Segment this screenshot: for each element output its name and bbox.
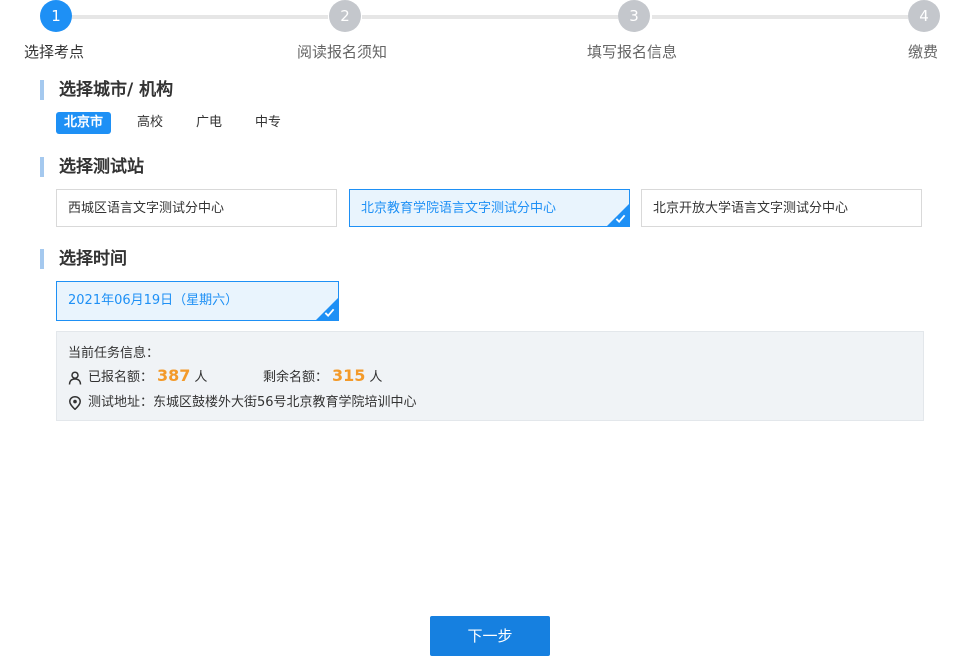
step-connector	[362, 15, 618, 19]
city-tab-universities[interactable]: 高校	[129, 112, 171, 134]
city-section-title: 选择城市/ 机构	[40, 80, 173, 100]
check-icon	[324, 308, 335, 318]
registered-label: 已报名额：	[88, 370, 154, 385]
station-option-xicheng[interactable]: 西城区语言文字测试分中心	[56, 189, 337, 227]
city-tab-vocational[interactable]: 中专	[247, 112, 289, 134]
step-connector	[72, 15, 328, 19]
task-info-panel: 当前任务信息： 已报名额： 387 人 剩余名额： 315 人 测试地址：东城区鼓楼外大…	[56, 331, 924, 421]
location-pin-icon	[69, 395, 81, 410]
station-option-open-university[interactable]: 北京开放大学语言文字测试分中心	[641, 189, 922, 227]
remaining-unit: 人	[369, 370, 383, 385]
quota-row: 已报名额： 387 人 剩余名额： 315 人	[68, 366, 382, 386]
step-3-indicator: 3	[618, 0, 650, 32]
station-label: 西城区语言文字测试分中心	[68, 201, 225, 216]
address-row: 测试地址：东城区鼓楼外大街56号北京教育学院培训中心	[68, 393, 417, 413]
test-address: 测试地址：东城区鼓楼外大街56号北京教育学院培训中心	[88, 395, 417, 410]
remaining-label: 剩余名额：	[263, 370, 329, 385]
time-slot-option[interactable]: 2021年06月19日（星期六）	[56, 281, 339, 321]
step-3-label: 填写报名信息	[587, 43, 678, 61]
step-4-label: 缴费	[908, 43, 939, 61]
time-section-title: 选择时间	[40, 249, 127, 269]
check-icon	[615, 214, 626, 224]
city-tab-beijing[interactable]: 北京市	[56, 112, 112, 134]
step-connector	[652, 15, 908, 19]
city-tab-broadcast[interactable]: 广电	[188, 112, 230, 134]
step-1-label: 选择考点	[24, 43, 85, 61]
station-label: 北京开放大学语言文字测试分中心	[653, 201, 849, 216]
station-label: 北京教育学院语言文字测试分中心	[361, 201, 557, 216]
step-2-indicator: 2	[329, 0, 361, 32]
step-2-label: 阅读报名须知	[297, 43, 388, 61]
registered-unit: 人	[194, 370, 208, 385]
user-icon	[68, 370, 82, 385]
task-info-title: 当前任务信息：	[68, 346, 160, 361]
remaining-quota: 剩余名额： 315 人	[263, 366, 382, 388]
station-option-beijing-education[interactable]: 北京教育学院语言文字测试分中心	[349, 189, 630, 227]
registered-count: 387	[157, 366, 191, 385]
progress-stepper: 1 2 3 4 选择考点 阅读报名须知 填写报名信息 缴费	[0, 0, 973, 70]
step-1-indicator: 1	[40, 0, 72, 32]
station-section-title: 选择测试站	[40, 157, 144, 177]
time-slot-label: 2021年06月19日（星期六）	[68, 293, 239, 308]
step-4-indicator: 4	[908, 0, 940, 32]
next-step-button[interactable]: 下一步	[430, 616, 550, 656]
remaining-count: 315	[332, 366, 366, 385]
